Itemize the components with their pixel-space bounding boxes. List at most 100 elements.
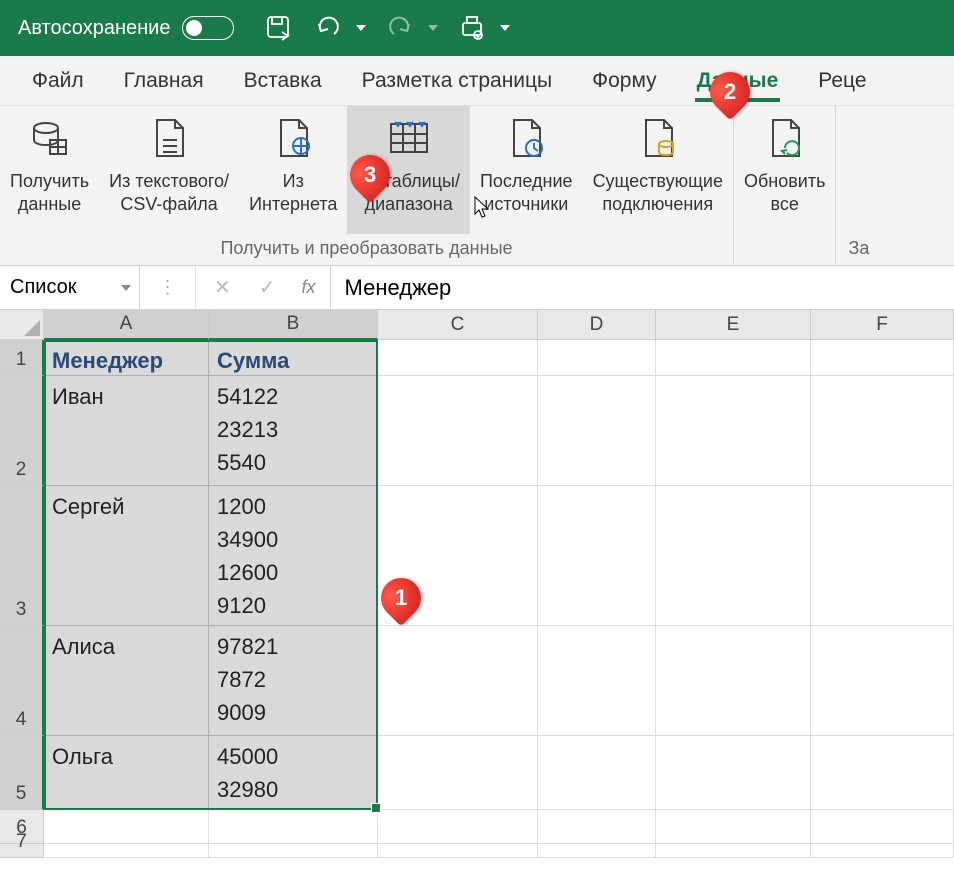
cell[interactable] [378,810,538,844]
ribbon-tabs: Файл Главная Вставка Разметка страницы Ф… [0,56,954,106]
cell[interactable] [538,736,656,810]
tab-file[interactable]: Файл [12,56,104,106]
column-header-B[interactable]: B [209,310,378,340]
existing-connections-button[interactable]: Существующие подключения [583,106,733,234]
name-box[interactable]: Список [0,266,140,309]
cell[interactable] [811,810,954,844]
ribbon-trailing-label: За [836,106,869,265]
name-box-separator: ⋮ [140,266,196,309]
save-icon[interactable] [262,12,294,44]
cell[interactable] [656,844,811,858]
ribbon-group-refresh: Обновить все [734,106,837,265]
ribbon: Получить данные Из текстового/ CSV-файла [0,106,954,266]
cell[interactable] [811,376,954,486]
cell[interactable] [209,810,378,844]
cell[interactable] [811,736,954,810]
cell[interactable]: Менеджер [44,340,209,376]
autosave-label: Автосохранение [18,17,170,40]
cell[interactable] [656,486,811,626]
row-header-7[interactable]: 7 [0,844,44,858]
from-csv-icon [145,114,193,162]
cell[interactable] [656,736,811,810]
fx-button[interactable]: fx [294,266,331,309]
redo-dropdown-icon[interactable] [428,25,438,31]
cell[interactable] [811,486,954,626]
from-web-label: Из Интернета [249,170,337,217]
cell[interactable] [811,626,954,736]
row-header-4[interactable]: 4 [0,626,44,736]
redo-icon[interactable] [384,12,416,44]
row-header-3[interactable]: 3 [0,486,44,626]
cell[interactable] [656,376,811,486]
enter-icon[interactable]: ✓ [259,275,276,300]
cell[interactable] [378,736,538,810]
cell[interactable]: 120034900126009120 [209,486,378,626]
cell[interactable] [656,340,811,376]
undo-icon[interactable] [312,12,344,44]
cell[interactable]: Сергей [44,486,209,626]
print-preview-icon[interactable] [456,12,488,44]
formula-input[interactable]: Менеджер [331,266,954,309]
cell[interactable]: 9782178729009 [209,626,378,736]
cell[interactable] [656,626,811,736]
cell[interactable] [44,844,209,858]
formula-bar: Список ⋮ ✕ ✓ fx Менеджер [0,266,954,310]
cell[interactable] [656,810,811,844]
chevron-down-icon [121,285,131,291]
cell[interactable] [538,486,656,626]
cell[interactable]: 54122232135540 [209,376,378,486]
refresh-all-button[interactable]: Обновить все [734,106,836,234]
from-web-button[interactable]: Из Интернета [239,106,347,234]
refresh-icon [761,114,809,162]
from-web-icon [269,114,317,162]
column-header-F[interactable]: F [811,310,954,340]
tab-review[interactable]: Реце [798,56,886,106]
cell[interactable] [538,810,656,844]
cell[interactable]: Ольга [44,736,209,810]
quick-access-toolbar [262,12,510,44]
autosave-toggle[interactable] [182,16,234,40]
from-csv-button[interactable]: Из текстового/ CSV-файла [99,106,239,234]
refresh-all-label: Обновить все [744,170,826,217]
tab-layout[interactable]: Разметка страницы [342,56,573,106]
row-header-2[interactable]: 2 [0,376,44,486]
column-header-C[interactable]: C [378,310,538,340]
cell[interactable] [378,844,538,858]
cell[interactable] [378,376,538,486]
cell[interactable] [811,844,954,858]
cell[interactable] [811,340,954,376]
cell[interactable] [538,626,656,736]
column-header-A[interactable]: A [44,310,209,340]
cell[interactable] [209,844,378,858]
row-header-1[interactable]: 1 [0,340,44,376]
qat-customize-icon[interactable] [500,25,510,31]
cell[interactable] [538,340,656,376]
cancel-icon[interactable]: ✕ [214,275,231,300]
get-data-label: Получить данные [10,170,89,217]
cell[interactable]: Алиса [44,626,209,736]
cell[interactable] [378,626,538,736]
row-header-5[interactable]: 5 [0,736,44,810]
cell[interactable] [378,340,538,376]
cell[interactable] [44,810,209,844]
tab-insert[interactable]: Вставка [224,56,342,106]
column-header-D[interactable]: D [538,310,656,340]
cell[interactable]: Иван [44,376,209,486]
cell[interactable]: Сумма [209,340,378,376]
column-headers: ABCDEF [0,310,954,340]
recent-sources-icon [502,114,550,162]
undo-dropdown-icon[interactable] [356,25,366,31]
tab-home[interactable]: Главная [104,56,224,106]
column-header-E[interactable]: E [656,310,811,340]
get-data-button[interactable]: Получить данные [0,106,99,234]
table-row: 4Алиса9782178729009 [0,626,954,736]
tab-formulas[interactable]: Форму [572,56,677,106]
grid-rows: 1МенеджерСумма2Иван541222321355403Сергей… [0,340,954,858]
cell[interactable] [538,844,656,858]
recent-sources-button[interactable]: Последние источники [470,106,583,234]
select-all-corner[interactable] [0,310,44,340]
table-row: 2Иван54122232135540 [0,376,954,486]
spreadsheet-grid: ABCDEF 1МенеджерСумма2Иван54122232135540… [0,310,954,858]
cell[interactable] [538,376,656,486]
cell[interactable]: 4500032980 [209,736,378,810]
